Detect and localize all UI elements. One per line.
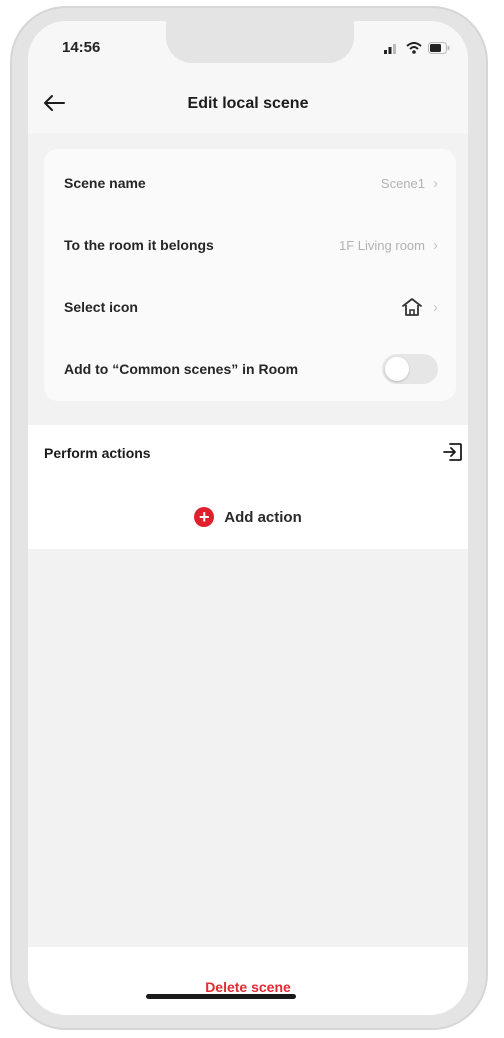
scene-name-value: Scene1 <box>380 175 425 191</box>
perform-actions-title: Perform actions <box>44 445 151 461</box>
device-notch <box>166 21 354 63</box>
common-scenes-toggle[interactable] <box>382 354 438 384</box>
room-value: 1F Living room <box>339 237 425 253</box>
scene-name-label: Scene name <box>64 175 146 191</box>
scene-settings-card: Scene name Scene1 › To the room it belon… <box>44 149 456 401</box>
add-action-button[interactable]: + Add action <box>28 507 468 527</box>
battery-icon <box>428 41 450 59</box>
room-row[interactable]: To the room it belongs 1F Living room › <box>44 215 456 275</box>
page-title: Edit local scene <box>187 95 309 112</box>
room-label: To the room it belongs <box>64 237 214 253</box>
wifi-icon <box>406 41 422 59</box>
chevron-right-icon: › <box>433 174 438 192</box>
import-icon[interactable] <box>442 441 464 463</box>
home-indicator <box>146 994 296 999</box>
common-scenes-label: Add to “Common scenes” in Room <box>64 361 299 377</box>
status-icons <box>384 41 450 59</box>
app-screen: 14:56 Edit local scene Scene name Scene1… <box>28 21 468 1015</box>
common-scenes-row: Add to “Common scenes” in Room <box>44 339 456 399</box>
chevron-right-icon: › <box>433 298 438 316</box>
signal-icon <box>384 41 400 59</box>
select-icon-label: Select icon <box>64 299 138 315</box>
add-action-label: Add action <box>224 508 302 526</box>
toggle-knob <box>385 357 409 381</box>
top-area: 14:56 Edit local scene <box>28 21 468 133</box>
bottom-bar: Delete scene <box>28 947 468 1015</box>
chevron-right-icon: › <box>433 236 438 254</box>
status-time: 14:56 <box>62 39 101 56</box>
perform-actions-section: Perform actions + Add action <box>28 425 468 549</box>
plus-circle-icon: + <box>194 507 215 527</box>
home-icon <box>401 297 423 317</box>
delete-scene-button[interactable]: Delete scene <box>28 979 468 995</box>
scene-name-row[interactable]: Scene name Scene1 › <box>44 153 456 213</box>
select-icon-row[interactable]: Select icon › <box>44 277 456 337</box>
